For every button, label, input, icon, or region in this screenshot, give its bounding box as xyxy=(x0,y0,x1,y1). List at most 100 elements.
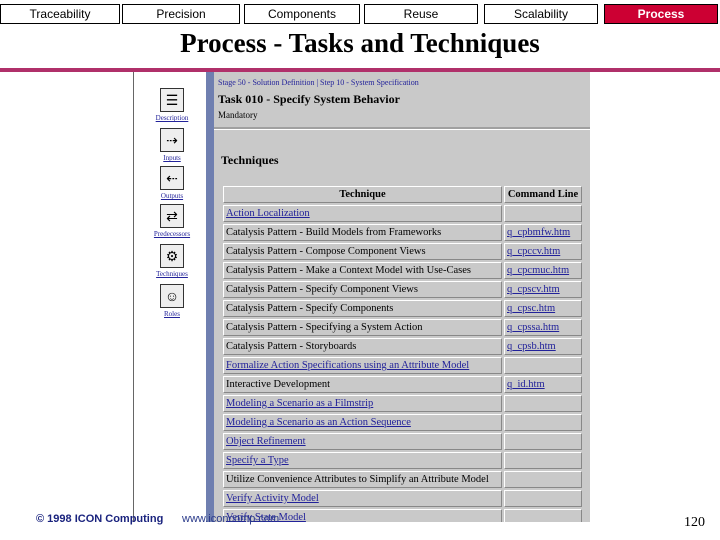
embedded-browser-screenshot: ☰ Description ⇢ Inputs ⇠ Outputs ⇄ Prede… xyxy=(133,72,590,522)
tab-process[interactable]: Process xyxy=(604,4,718,24)
table-row: Catalysis Pattern - Specifying a System … xyxy=(223,319,582,336)
command-line-cell xyxy=(504,509,582,522)
top-navigation-tabs: Traceability Precision Components Reuse … xyxy=(0,0,720,30)
command-line-cell: q_cpscv.htm xyxy=(504,281,582,298)
command-line-cell xyxy=(504,471,582,488)
technique-link[interactable]: Verify Activity Model xyxy=(226,493,319,504)
table-row: Catalysis Pattern - Make a Context Model… xyxy=(223,262,582,279)
command-line-link[interactable]: q_cpcmuc.htm xyxy=(507,265,569,276)
sidebar-item-description[interactable]: ☰ Description xyxy=(134,88,210,122)
sidebar-item-techniques[interactable]: ⚙ Techniques xyxy=(134,244,210,278)
frame-divider[interactable] xyxy=(206,72,214,522)
column-header-technique: Technique xyxy=(223,186,502,203)
command-line-link[interactable]: q_cpbmfw.htm xyxy=(507,227,570,238)
command-line-cell: q_cpssa.htm xyxy=(504,319,582,336)
horizontal-rule xyxy=(214,127,590,130)
technique-link[interactable]: Object Refinement xyxy=(226,436,306,447)
technique-cell: Catalysis Pattern - Specify Component Vi… xyxy=(223,281,502,298)
breadcrumb[interactable]: Stage 50 - Solution Definition | Step 10… xyxy=(218,78,419,87)
technique-cell: Verify Activity Model xyxy=(223,490,502,507)
technique-cell: Object Refinement xyxy=(223,433,502,450)
command-line-link[interactable]: q_cpssa.htm xyxy=(507,322,559,333)
table-row: Modeling a Scenario as an Action Sequenc… xyxy=(223,414,582,431)
command-line-cell: q_cpbmfw.htm xyxy=(504,224,582,241)
technique-link[interactable]: Modeling a Scenario as a Filmstrip xyxy=(226,398,373,409)
technique-link[interactable]: Specify a Type xyxy=(226,455,289,466)
command-line-cell: q_id.htm xyxy=(504,376,582,393)
sidebar-item-roles[interactable]: ☺ Roles xyxy=(134,284,210,318)
task-content-pane: Stage 50 - Solution Definition | Step 10… xyxy=(214,72,590,522)
command-line-link[interactable]: q_cpscv.htm xyxy=(507,284,560,295)
command-line-link[interactable]: q_cpccv.htm xyxy=(507,246,560,257)
sidebar-item-outputs[interactable]: ⇠ Outputs xyxy=(134,166,210,200)
sidebar-item-inputs[interactable]: ⇢ Inputs xyxy=(134,128,210,162)
technique-text: Interactive Development xyxy=(226,379,331,390)
technique-cell: Specify a Type xyxy=(223,452,502,469)
mandatory-label: Mandatory xyxy=(218,110,258,120)
sidebar-item-predecessors[interactable]: ⇄ Predecessors xyxy=(134,204,210,238)
table-row: Catalysis Pattern - Compose Component Vi… xyxy=(223,243,582,260)
tab-reuse[interactable]: Reuse xyxy=(364,4,478,24)
table-row: Interactive Development q_id.htm xyxy=(223,376,582,393)
sidebar-item-label: Roles xyxy=(164,310,180,318)
technique-text: Catalysis Pattern - Storyboards xyxy=(226,341,357,352)
command-line-link[interactable]: q_cpsc.htm xyxy=(507,303,555,314)
command-line-cell xyxy=(504,452,582,469)
slide-title: Process - Tasks and Techniques xyxy=(180,28,540,58)
technique-cell: Interactive Development xyxy=(223,376,502,393)
tab-traceability[interactable]: Traceability xyxy=(0,4,120,24)
table-row: Catalysis Pattern - Build Models from Fr… xyxy=(223,224,582,241)
technique-link[interactable]: Action Localization xyxy=(226,208,310,219)
technique-cell: Catalysis Pattern - Build Models from Fr… xyxy=(223,224,502,241)
table-row: Formalize Action Specifications using an… xyxy=(223,357,582,374)
command-line-cell xyxy=(504,395,582,412)
document-icon: ☰ xyxy=(160,88,184,112)
sidebar-item-label: Outputs xyxy=(160,192,184,200)
sidebar: ☰ Description ⇢ Inputs ⇠ Outputs ⇄ Prede… xyxy=(134,72,210,522)
sidebar-item-label: Techniques xyxy=(156,270,188,278)
technique-cell: Catalysis Pattern - Specify Components xyxy=(223,300,502,317)
technique-cell: Modeling a Scenario as an Action Sequenc… xyxy=(223,414,502,431)
command-line-cell xyxy=(504,414,582,431)
command-line-cell xyxy=(504,205,582,222)
tab-scalability[interactable]: Scalability xyxy=(484,4,598,24)
sidebar-item-label: Inputs xyxy=(163,154,181,162)
column-header-command-line: Command Line xyxy=(504,186,582,203)
technique-cell: Catalysis Pattern - Specifying a System … xyxy=(223,319,502,336)
table-row: Specify a Type xyxy=(223,452,582,469)
predecessors-icon: ⇄ xyxy=(160,204,184,228)
command-line-link[interactable]: q_cpsb.htm xyxy=(507,341,556,352)
technique-cell: Action Localization xyxy=(223,205,502,222)
technique-link[interactable]: Modeling a Scenario as an Action Sequenc… xyxy=(226,417,411,428)
command-line-cell xyxy=(504,357,582,374)
tab-precision[interactable]: Precision xyxy=(122,4,240,24)
techniques-icon: ⚙ xyxy=(160,244,184,268)
command-line-link[interactable]: q_id.htm xyxy=(507,379,545,390)
sidebar-item-label: Description xyxy=(155,114,189,122)
technique-text: Utilize Convenience Attributes to Simpli… xyxy=(226,474,489,485)
command-line-cell: q_cpccv.htm xyxy=(504,243,582,260)
table-row: Verify Activity Model xyxy=(223,490,582,507)
technique-text: Catalysis Pattern - Specify Component Vi… xyxy=(226,284,418,295)
sidebar-item-label: Predecessors xyxy=(153,230,191,238)
techniques-heading: Techniques xyxy=(221,153,279,167)
table-row: Catalysis Pattern - Storyboards q_cpsb.ht… xyxy=(223,338,582,355)
command-line-cell xyxy=(504,433,582,450)
inputs-icon: ⇢ xyxy=(160,128,184,152)
command-line-cell: q_cpcmuc.htm xyxy=(504,262,582,279)
footer-copyright: © 1998 ICON Computing xyxy=(36,513,164,525)
tab-components[interactable]: Components xyxy=(244,4,360,24)
technique-text: Catalysis Pattern - Specifying a System … xyxy=(226,322,423,333)
page-number: 120 xyxy=(684,515,705,530)
technique-text: Catalysis Pattern - Compose Component Vi… xyxy=(226,246,426,257)
technique-text: Catalysis Pattern - Specify Components xyxy=(226,303,394,314)
command-line-cell: q_cpsb.htm xyxy=(504,338,582,355)
command-line-cell: q_cpsc.htm xyxy=(504,300,582,317)
footer-url: www.iconcomp.com xyxy=(182,513,280,525)
command-line-cell xyxy=(504,490,582,507)
table-row: Utilize Convenience Attributes to Simpli… xyxy=(223,471,582,488)
table-row: Object Refinement xyxy=(223,433,582,450)
technique-link[interactable]: Formalize Action Specifications using an… xyxy=(226,360,469,371)
technique-cell: Formalize Action Specifications using an… xyxy=(223,357,502,374)
table-row: Catalysis Pattern - Specify Components q_… xyxy=(223,300,582,317)
